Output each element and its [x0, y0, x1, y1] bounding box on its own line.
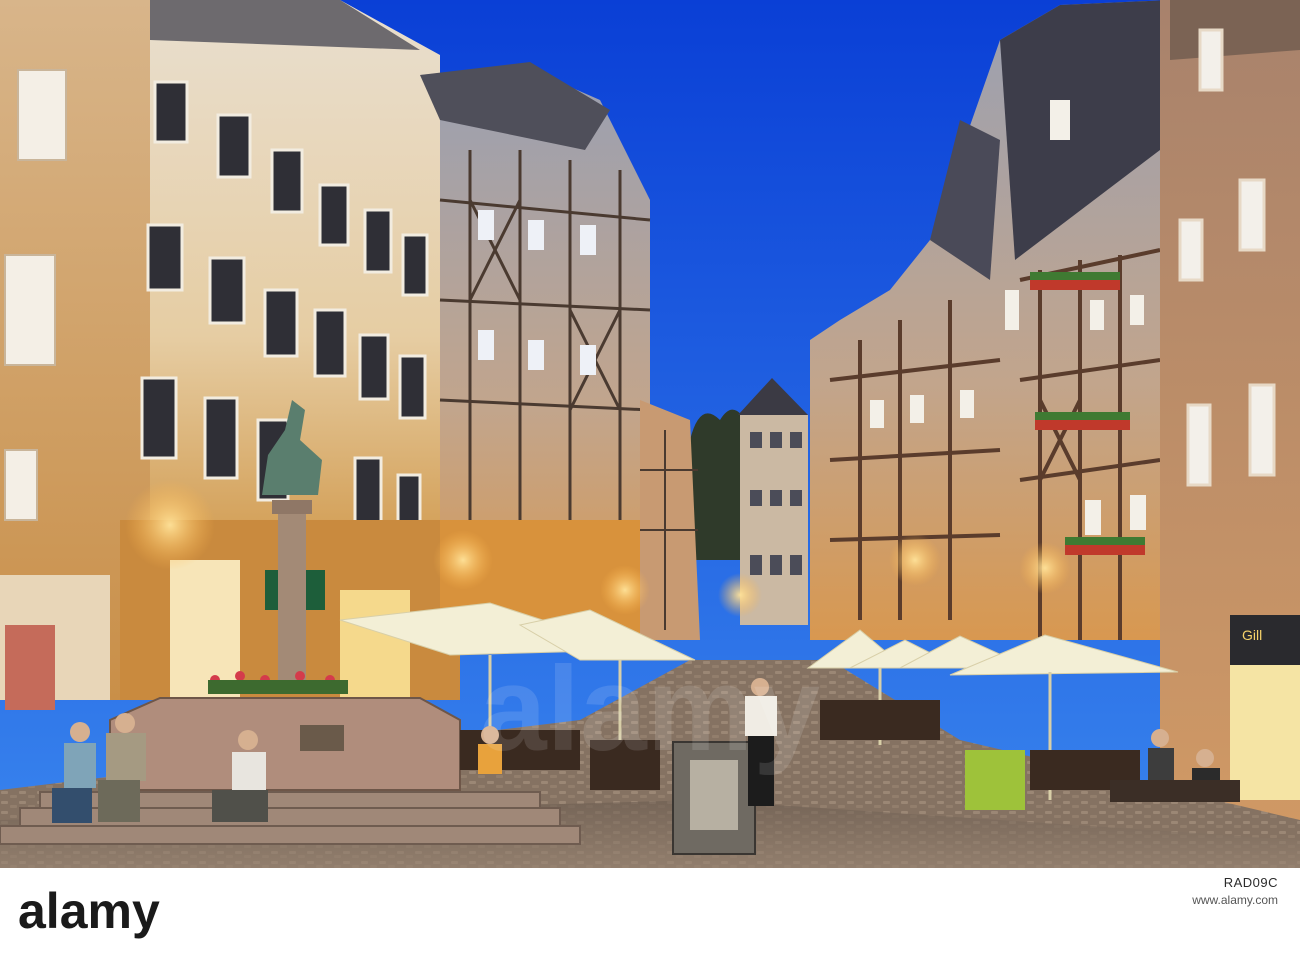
lamp-glow	[718, 573, 762, 617]
photo-scene: Gill	[0, 0, 1300, 868]
green-planter	[965, 750, 1025, 810]
logo-text: alamy	[18, 883, 160, 939]
lamp-glow	[125, 480, 215, 570]
lamp-glow	[433, 530, 493, 590]
image-id: RAD09C	[1223, 875, 1278, 890]
site-credit: www.alamy.com	[1192, 893, 1278, 907]
storefront-sign: Gill	[1242, 627, 1262, 643]
bench	[1110, 780, 1240, 802]
footer-banner	[0, 868, 1300, 956]
lamp-glow	[889, 534, 941, 586]
alamy-logo: alamy	[14, 876, 194, 946]
lamp-glow	[1019, 542, 1071, 594]
right-brick-building: Gill	[1160, 0, 1300, 868]
lamp-glow	[600, 565, 650, 615]
